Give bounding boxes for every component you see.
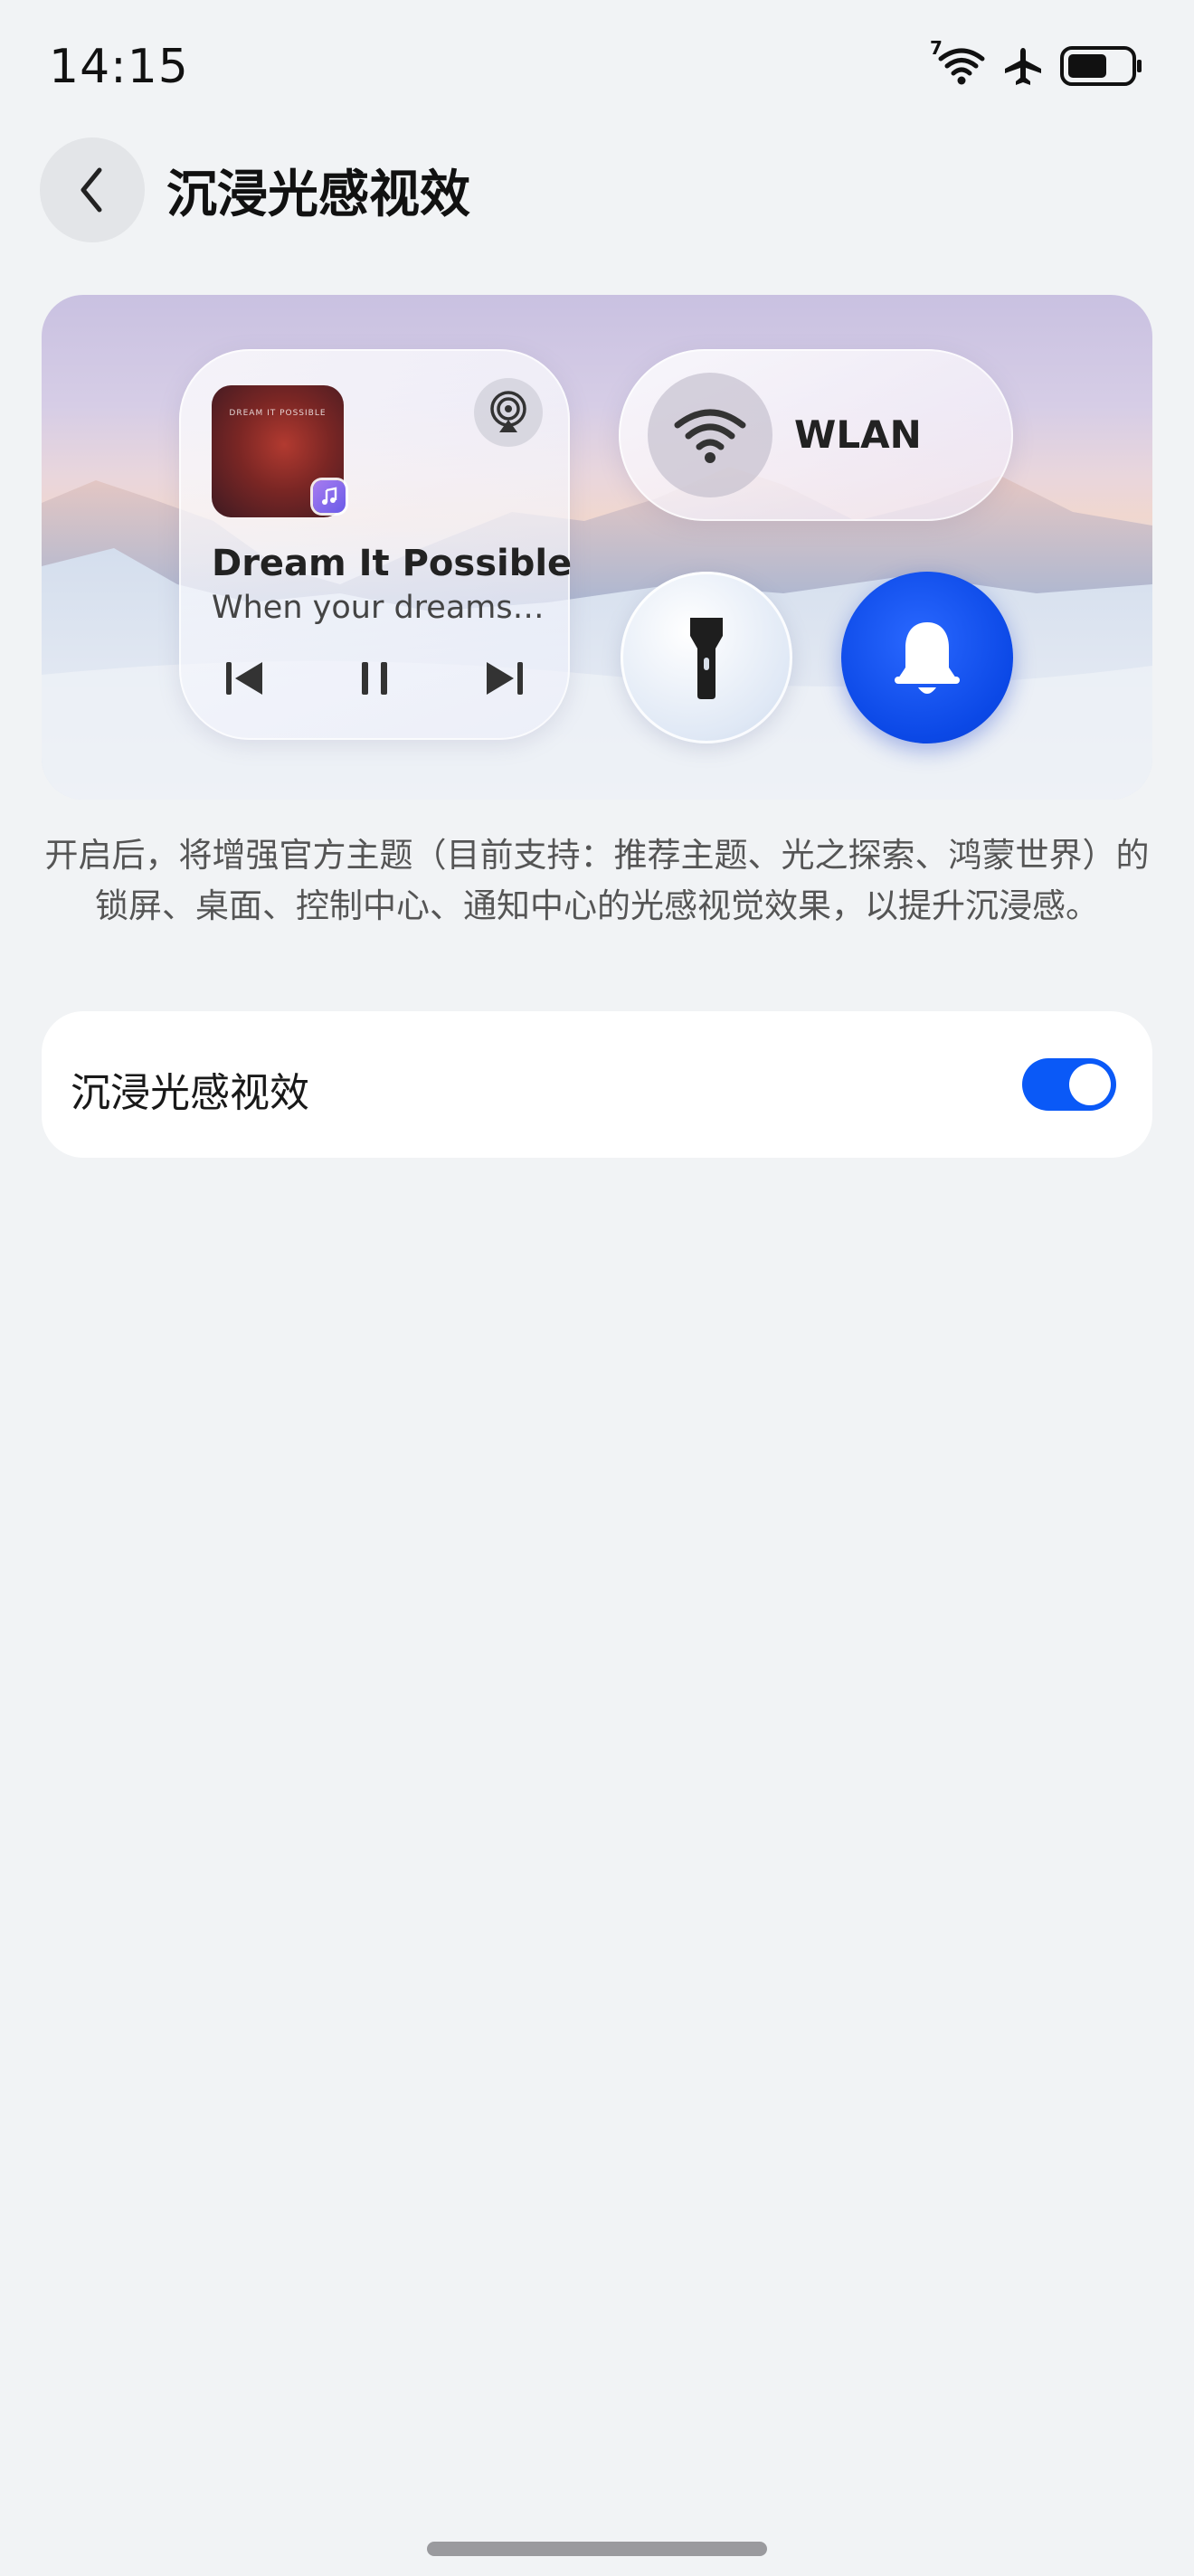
previous-icon[interactable] bbox=[217, 651, 271, 706]
bell-icon bbox=[895, 622, 960, 694]
pause-icon[interactable] bbox=[347, 651, 402, 706]
song-title: Dream It Possible bbox=[212, 543, 573, 584]
bell-button[interactable] bbox=[841, 572, 1013, 743]
flashlight-icon bbox=[690, 618, 723, 699]
album-art-text: DREAM IT POSSIBLE bbox=[229, 409, 327, 418]
back-button[interactable] bbox=[40, 137, 145, 242]
home-indicator[interactable] bbox=[427, 2542, 767, 2556]
flashlight-button[interactable] bbox=[621, 572, 792, 743]
wifi-badge: 7 bbox=[930, 37, 943, 59]
preview-card: DREAM IT POSSIBLE Dream It Possible When… bbox=[42, 295, 1152, 800]
setting-card: 沉浸光感视效 bbox=[42, 1011, 1152, 1158]
toggle-knob bbox=[1069, 1064, 1111, 1105]
song-subtitle: When your dreams… bbox=[212, 590, 545, 626]
status-icons: 7 bbox=[930, 37, 1143, 87]
audio-cast-icon[interactable] bbox=[474, 378, 543, 447]
airplane-icon bbox=[1002, 45, 1044, 87]
setting-label: 沉浸光感视效 bbox=[71, 1070, 309, 1116]
immersive-effect-toggle[interactable] bbox=[1022, 1058, 1116, 1111]
battery-icon bbox=[1060, 45, 1143, 87]
wlan-toggle[interactable]: WLAN bbox=[619, 349, 1013, 521]
media-player-card[interactable]: DREAM IT POSSIBLE Dream It Possible When… bbox=[179, 349, 573, 740]
wlan-label: WLAN bbox=[794, 412, 922, 457]
feature-description: 开启后，将增强官方主题（目前支持：推荐主题、光之探索、鸿蒙世界）的锁屏、桌面、控… bbox=[44, 836, 1150, 925]
music-note-icon bbox=[313, 480, 346, 513]
wifi-icon: 7 bbox=[930, 37, 986, 86]
status-time: 14:15 bbox=[49, 40, 189, 94]
page-title: 沉浸光感视效 bbox=[166, 166, 470, 224]
wifi-icon bbox=[648, 373, 772, 497]
next-icon[interactable] bbox=[478, 651, 532, 706]
chevron-left-icon bbox=[81, 167, 102, 213]
